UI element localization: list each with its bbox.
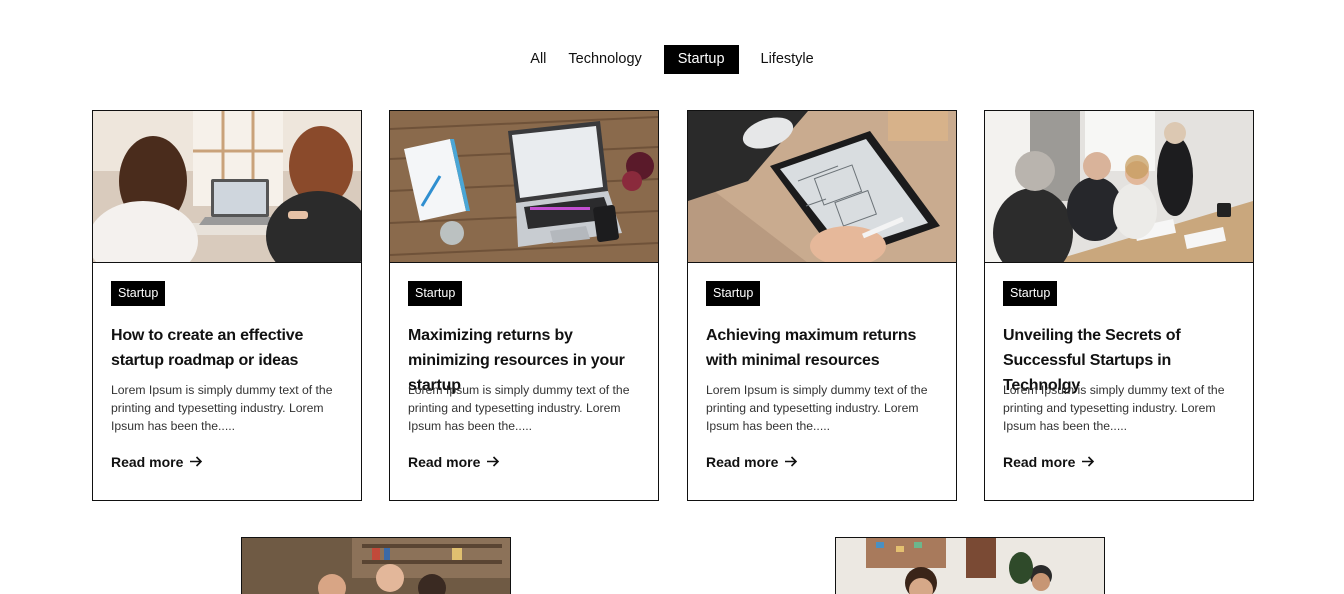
card-excerpt: Lorem Ipsum is simply dummy text of the … bbox=[111, 383, 333, 433]
arrow-right-icon bbox=[785, 454, 798, 470]
arrow-right-icon bbox=[1082, 454, 1095, 470]
blog-card[interactable]: Startup How to create an effective start… bbox=[92, 110, 362, 501]
card-image-two-women-laptop[interactable] bbox=[93, 111, 361, 263]
card-image-business-meeting[interactable] bbox=[985, 111, 1253, 263]
tab-lifestyle[interactable]: Lifestyle bbox=[753, 45, 822, 74]
category-badge[interactable]: Startup bbox=[706, 281, 761, 306]
tab-all[interactable]: All bbox=[522, 45, 554, 74]
card-image-tablet-sketch[interactable] bbox=[688, 111, 956, 263]
card-image-office-team[interactable] bbox=[242, 538, 510, 594]
blog-card-partial[interactable] bbox=[835, 537, 1105, 594]
read-more-link[interactable]: Read more bbox=[1003, 454, 1095, 470]
blog-card[interactable]: Startup Unveiling the Secrets of Success… bbox=[984, 110, 1254, 501]
read-more-link[interactable]: Read more bbox=[408, 454, 500, 470]
blog-card-partial[interactable] bbox=[241, 537, 511, 594]
read-more-label: Read more bbox=[1003, 454, 1076, 470]
read-more-label: Read more bbox=[706, 454, 779, 470]
tab-technology[interactable]: Technology bbox=[560, 45, 649, 74]
read-more-label: Read more bbox=[111, 454, 184, 470]
category-badge[interactable]: Startup bbox=[408, 281, 463, 306]
card-excerpt: Lorem Ipsum is simply dummy text of the … bbox=[706, 383, 928, 433]
read-more-label: Read more bbox=[408, 454, 481, 470]
arrow-right-icon bbox=[487, 454, 500, 470]
category-badge[interactable]: Startup bbox=[111, 281, 166, 306]
read-more-link[interactable]: Read more bbox=[111, 454, 203, 470]
card-excerpt: Lorem Ipsum is simply dummy text of the … bbox=[408, 383, 630, 433]
blog-card[interactable]: Startup Maximizing returns by minimizing… bbox=[389, 110, 659, 501]
card-title[interactable]: Achieving maximum returns with minimal r… bbox=[706, 323, 946, 373]
card-image-young-team[interactable] bbox=[836, 538, 1104, 594]
tab-startup[interactable]: Startup bbox=[663, 45, 739, 74]
category-badge[interactable]: Startup bbox=[1003, 281, 1058, 306]
arrow-right-icon bbox=[190, 454, 203, 470]
card-image-laptop-desk[interactable] bbox=[390, 111, 658, 263]
category-filter-tabs: All Technology Startup Lifestyle bbox=[0, 45, 1344, 74]
read-more-link[interactable]: Read more bbox=[706, 454, 798, 470]
card-title[interactable]: How to create an effective startup roadm… bbox=[111, 323, 351, 373]
blog-card[interactable]: Startup Achieving maximum returns with m… bbox=[687, 110, 957, 501]
card-excerpt: Lorem Ipsum is simply dummy text of the … bbox=[1003, 383, 1225, 433]
